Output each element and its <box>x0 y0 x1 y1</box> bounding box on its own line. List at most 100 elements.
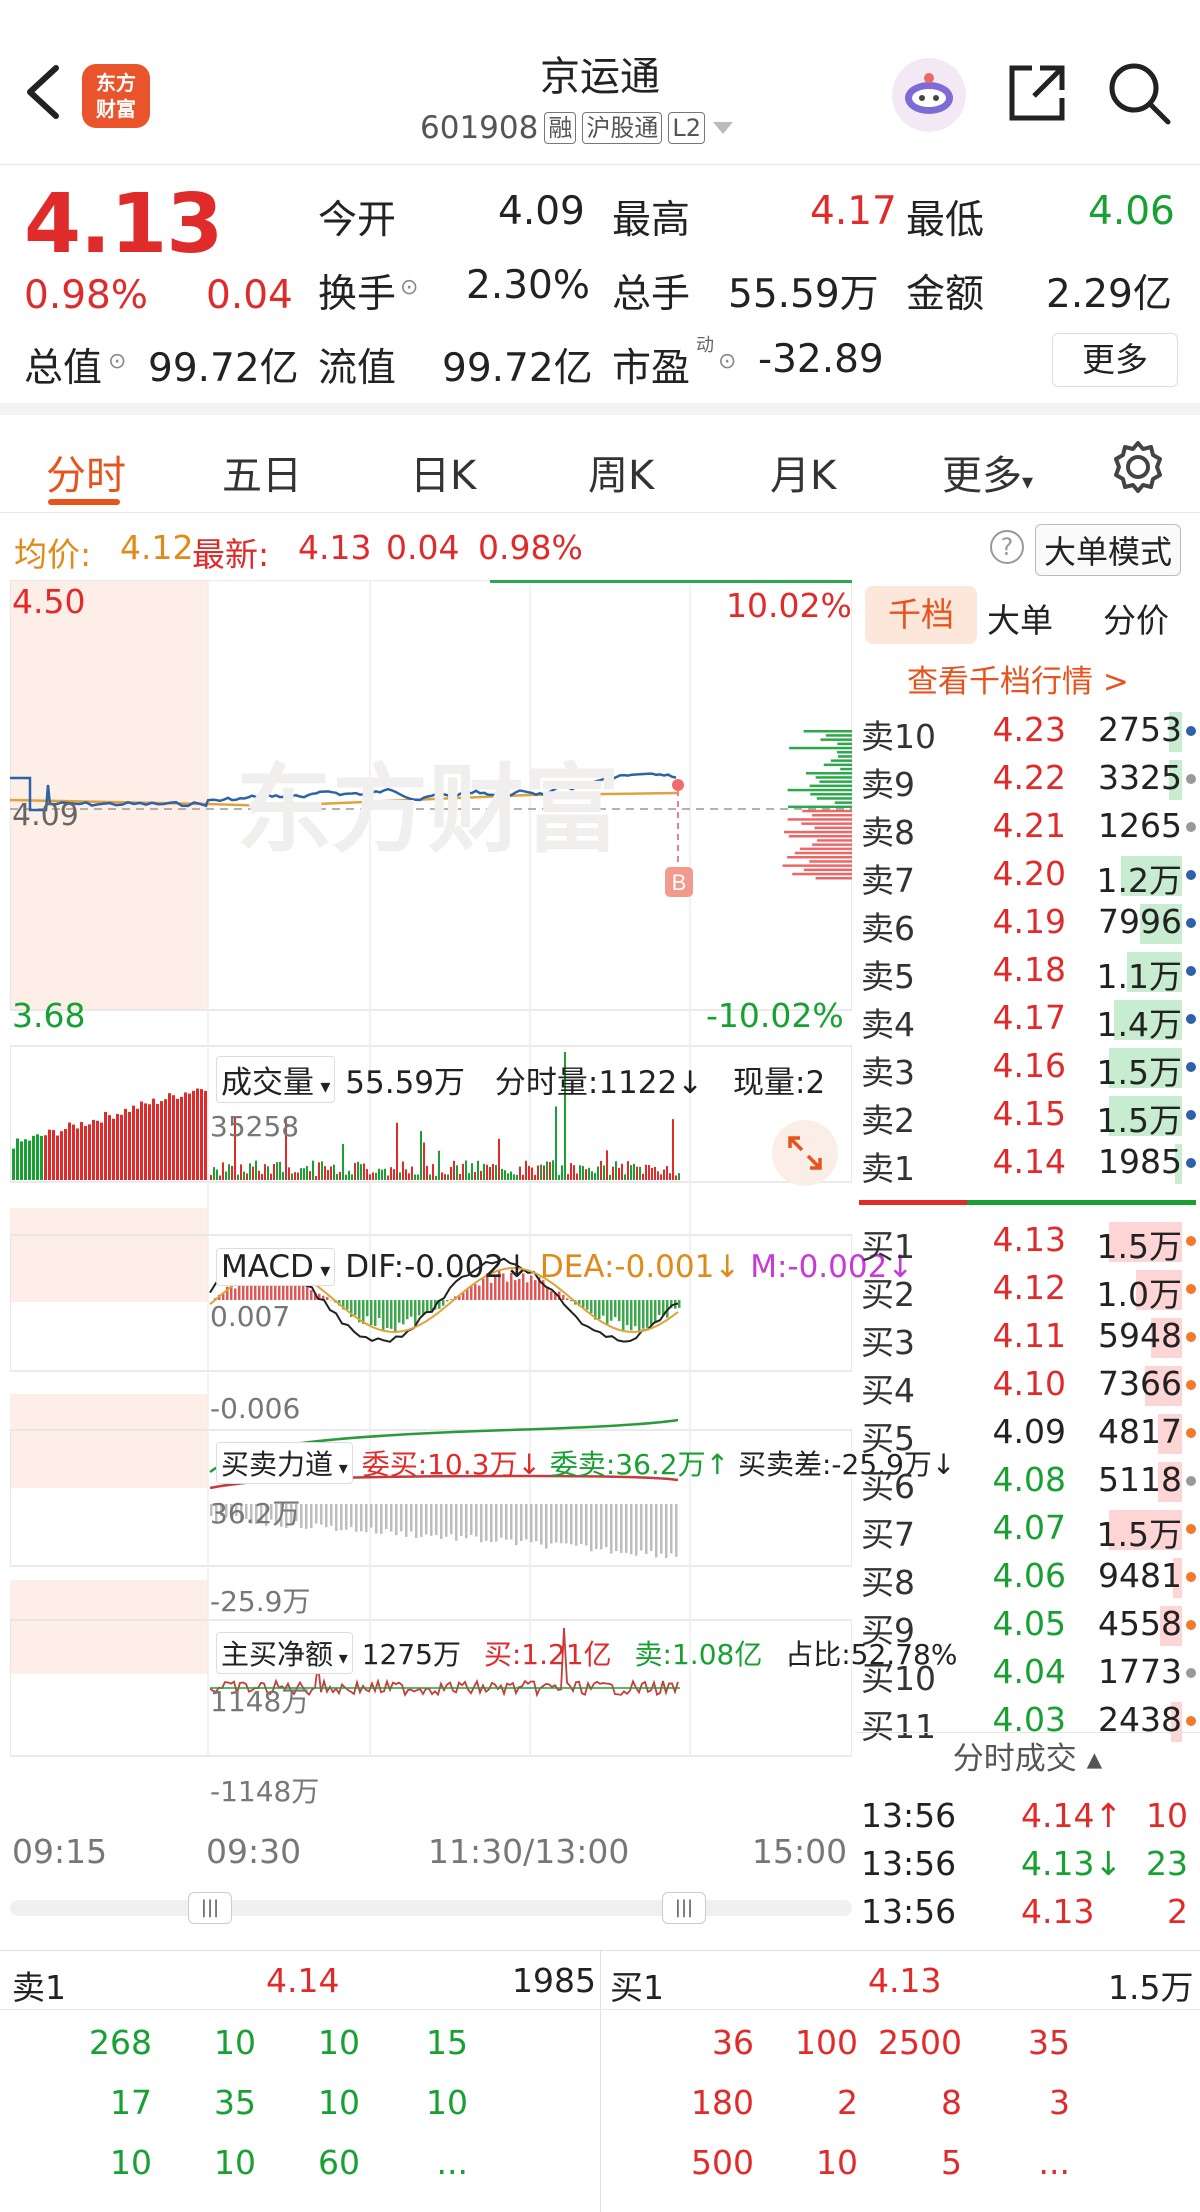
ask-level-row[interactable]: 卖5 4.18 1.1万 <box>861 946 1196 996</box>
tab-five-day[interactable]: 五日 <box>222 443 302 501</box>
depth-tick <box>820 738 852 741</box>
volume-bar <box>507 1173 509 1180</box>
volume-bar <box>567 1174 569 1180</box>
bid-level-row[interactable]: 买3 4.11 5948 <box>861 1312 1196 1362</box>
order-dot-icon <box>1186 1062 1196 1072</box>
volume-bar <box>252 1166 254 1180</box>
open-value: 4.09 <box>498 189 585 234</box>
chart-range-scrollbar[interactable] <box>10 1900 852 1916</box>
stock-code: 601908 <box>420 110 539 146</box>
force-diff-bar <box>440 1504 443 1540</box>
tab-more[interactable]: 更多▾ <box>942 443 1033 501</box>
volume-bar <box>112 1118 115 1180</box>
volume-bar <box>597 1166 599 1180</box>
ask-level-row[interactable]: 卖6 4.19 7996 <box>861 898 1196 948</box>
ticks-header[interactable]: 分时成交 ▴ <box>855 1732 1200 1784</box>
range-handle-left[interactable]: ||| <box>188 1892 232 1924</box>
bid-level-row[interactable]: 买5 4.09 4817 <box>861 1408 1196 1458</box>
volume-now: 现量:2 <box>733 1065 826 1101</box>
tag-connect: 沪股通 <box>582 112 663 144</box>
bid-level-volume: 9481 <box>1098 1556 1182 1595</box>
big-order-mode-button[interactable]: 大单模式 <box>1035 524 1182 576</box>
book-tab-bigorder[interactable]: 大单 <box>987 594 1053 642</box>
chevron-down-icon[interactable] <box>711 120 735 136</box>
ask-level-row[interactable]: 卖8 4.21 1265 <box>861 802 1196 852</box>
search-icon[interactable] <box>1106 60 1172 126</box>
tab-daily-k[interactable]: 日K <box>410 443 476 501</box>
net-indicator-select[interactable]: 主买净额 ▾ <box>216 1632 353 1674</box>
force-diff-bar <box>405 1504 408 1537</box>
chart-area: B 4.50 3.68 4.09 10.02% -10.02% 东方财富 成交量… <box>10 580 957 1940</box>
ask-level-volume: 1.2万 <box>1096 861 1182 900</box>
volume-bar <box>200 1089 203 1180</box>
price-high-label: 4.50 <box>12 582 86 621</box>
ask-level-row[interactable]: 卖7 4.20 1.2万 <box>861 850 1196 900</box>
assistant-avatar[interactable] <box>892 58 966 132</box>
price-mid-label: 4.09 <box>12 798 79 833</box>
volume-bar <box>315 1175 317 1180</box>
force-diff-bar <box>550 1504 553 1544</box>
ask-level-row[interactable]: 卖9 4.22 3325 <box>861 754 1196 804</box>
tab-weekly-k[interactable]: 周K <box>588 443 654 501</box>
bid-level-price: 4.06 <box>992 1556 1066 1595</box>
info-icon[interactable]: ⊙ <box>108 349 126 374</box>
force-indicator-select[interactable]: 买卖力道 ▾ <box>216 1442 353 1484</box>
ask-level-row[interactable]: 卖3 4.16 1.5万 <box>861 1042 1196 1092</box>
volume-bar <box>64 1128 67 1180</box>
volume-bar <box>213 1167 215 1180</box>
bid-level-name: 买9 <box>861 1611 915 1650</box>
force-diff-bar <box>420 1504 423 1537</box>
queue-buy-label: 买1 <box>610 1968 664 2007</box>
bid-level-row[interactable]: 买1 4.13 1.5万 <box>861 1216 1196 1266</box>
range-handle-right[interactable]: ||| <box>662 1892 706 1924</box>
period-tabs: 分时 五日 日K 周K 月K 更多▾ <box>0 427 1200 513</box>
book-tab-depth[interactable]: 千档 <box>865 586 977 644</box>
bid-level-name: 买3 <box>861 1323 915 1362</box>
view-depth-link[interactable]: 查看千档行情 > <box>907 656 1129 701</box>
settings-gear-icon[interactable] <box>1110 439 1166 495</box>
expand-chart-button[interactable] <box>772 1120 838 1186</box>
force-diff-bar <box>435 1504 438 1535</box>
bid-level-row[interactable]: 买2 4.12 1.0万 <box>861 1264 1196 1314</box>
bid-level-row[interactable]: 买8 4.06 9481 <box>861 1552 1196 1602</box>
force-diff-bar <box>645 1504 648 1554</box>
force-diff-bar <box>660 1504 663 1554</box>
help-icon[interactable]: ? <box>990 530 1024 564</box>
preopen-shade <box>10 1580 208 1674</box>
ask-level-price: 4.18 <box>992 950 1066 989</box>
volume-bar <box>255 1160 257 1180</box>
volume-bar <box>627 1161 629 1180</box>
ask-level-row[interactable]: 卖2 4.15 1.5万 <box>861 1090 1196 1140</box>
info-icon[interactable]: ⊙ <box>718 349 736 374</box>
ask-level-volume: 1985 <box>1098 1142 1182 1181</box>
info-icon[interactable]: ⊙ <box>400 275 418 300</box>
time-label-midday: 11:30/13:00 <box>428 1832 630 1871</box>
volume-bar <box>387 1175 389 1180</box>
volume-bar <box>474 1172 476 1180</box>
volume-indicator-select[interactable]: 成交量 ▾ <box>216 1056 336 1103</box>
tab-intraday[interactable]: 分时 <box>46 443 126 501</box>
tab-monthly-k[interactable]: 月K <box>770 443 836 501</box>
low-value: 4.06 <box>1088 189 1175 234</box>
bid-level-row[interactable]: 买4 4.10 7366 <box>861 1360 1196 1410</box>
bid-level-row[interactable]: 买6 4.08 5118 <box>861 1456 1196 1506</box>
book-tab-price[interactable]: 分价 <box>1103 594 1169 642</box>
ask-level-row[interactable]: 卖4 4.17 1.4万 <box>861 994 1196 1044</box>
bid-level-row[interactable]: 买7 4.07 1.5万 <box>861 1504 1196 1554</box>
queue-order-size: 5 <box>941 2143 962 2182</box>
bid-level-row[interactable]: 买9 4.05 4558 <box>861 1600 1196 1650</box>
volume-bar <box>276 1162 278 1180</box>
ask-level-row[interactable]: 卖1 4.14 1985 <box>861 1138 1196 1188</box>
more-button[interactable]: 更多 <box>1052 333 1178 387</box>
macd-indicator-select[interactable]: MACD ▾ <box>216 1248 336 1286</box>
order-dot-icon <box>1186 918 1196 928</box>
high-label: 最高 <box>612 198 691 243</box>
share-icon[interactable] <box>1006 62 1068 124</box>
force-diff-bar <box>490 1504 493 1543</box>
queue-sell-price: 4.14 <box>266 1961 340 2000</box>
ask-level-row[interactable]: 卖10 4.23 2753 <box>861 706 1196 756</box>
macd-bar <box>678 1300 681 1308</box>
bid-level-row[interactable]: 买10 4.04 1773 <box>861 1648 1196 1698</box>
force-diff-bar <box>655 1504 658 1558</box>
queue-order-size: 17 <box>110 2083 152 2122</box>
